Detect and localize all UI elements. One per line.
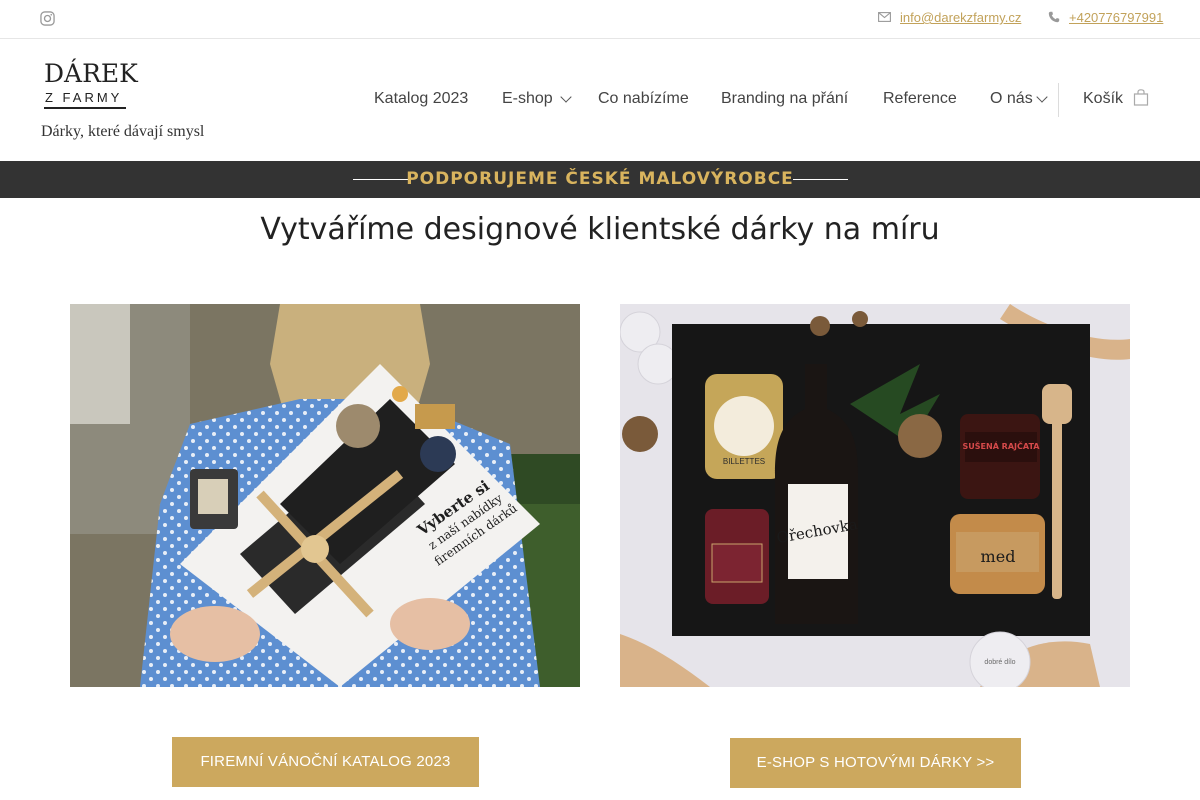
jar1-label: BILLETTES xyxy=(723,457,765,466)
eshop-button[interactable]: E-SHOP S HOTOVÝMI DÁRKY >> xyxy=(730,738,1021,788)
jar2-label: SUŠENÁ RAJČATA xyxy=(963,440,1041,451)
jar3-label: med xyxy=(981,547,1016,566)
stamp-label: dobré dílo xyxy=(984,659,1015,666)
nav-item-co-nabizime[interactable]: Co nabízíme xyxy=(598,90,689,108)
nav-item-branding[interactable]: Branding na přání xyxy=(721,90,848,108)
email-link[interactable]: info@darekzfarmy.cz xyxy=(900,10,1021,25)
catalog-button[interactable]: FIREMNÍ VÁNOČNÍ KATALOG 2023 xyxy=(172,737,479,787)
chevron-down-icon[interactable] xyxy=(1036,91,1048,103)
instagram-icon[interactable] xyxy=(40,11,55,26)
nav-item-cart[interactable]: Košík xyxy=(1083,90,1123,108)
eshop-photo-illustration: BILLETTES Ořechovka SUŠENÁ RAJČATA med d… xyxy=(620,304,1130,687)
catalog-photo[interactable]: Vyberte si z naší nabídky firemních dárk… xyxy=(70,304,580,687)
banner-text: PODPORUJEME ČESKÉ MALOVÝROBCE xyxy=(406,169,794,189)
eshop-photo[interactable]: BILLETTES Ořechovka SUŠENÁ RAJČATA med d… xyxy=(620,304,1130,687)
logo-line1: DÁREK xyxy=(44,59,138,88)
catalog-photo-illustration: Vyberte si z naší nabídky firemních dárk… xyxy=(70,304,580,687)
shopping-bag-icon[interactable] xyxy=(1133,89,1149,106)
chevron-down-icon[interactable] xyxy=(560,91,572,103)
nav-item-o-nas[interactable]: O nás xyxy=(990,90,1033,108)
top-bar: info@darekzfarmy.cz +420776797991 xyxy=(0,0,1200,39)
mail-icon xyxy=(878,12,891,22)
tagline: Dárky, které dávají smysl xyxy=(41,123,205,140)
nav-item-eshop[interactable]: E-shop xyxy=(502,90,553,108)
phone-link[interactable]: +420776797991 xyxy=(1069,10,1163,25)
page-headline: Vytváříme designové klientské dárky na m… xyxy=(260,212,940,247)
nav-divider xyxy=(1058,83,1059,117)
phone-icon xyxy=(1048,11,1060,23)
promo-banner: PODPORUJEME ČESKÉ MALOVÝROBCE xyxy=(0,161,1200,198)
main-nav: Katalog 2023 E-shop Co nabízíme Branding… xyxy=(0,90,1200,114)
banner-line-right xyxy=(793,179,848,180)
nav-item-reference[interactable]: Reference xyxy=(883,90,957,108)
nav-item-katalog[interactable]: Katalog 2023 xyxy=(374,90,468,108)
